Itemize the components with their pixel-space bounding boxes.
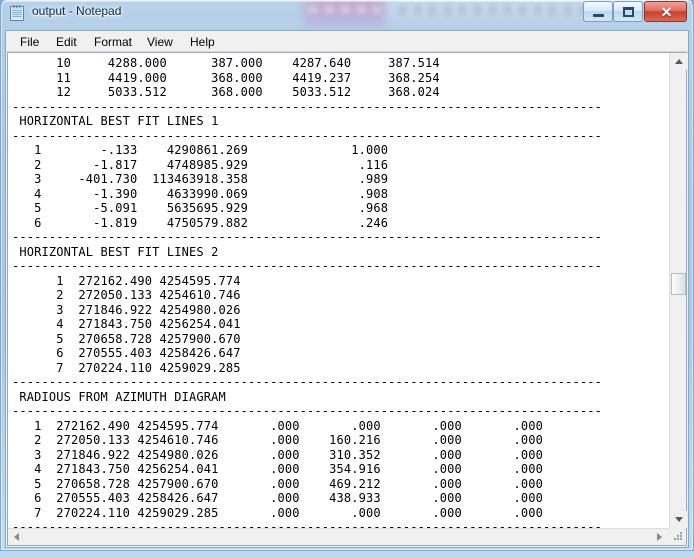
menu-bar: File Edit Format View Help [6,31,688,52]
maximize-icon [623,7,634,17]
editor-content: 10 4288.000 387.000 4287.640 387.514 11 … [12,56,602,528]
vertical-scroll-thumb[interactable] [671,273,686,295]
scroll-down-button[interactable] [670,511,687,528]
menu-item-edit[interactable]: Edit [50,34,83,50]
scroll-right-button[interactable] [652,529,669,546]
maximize-button[interactable] [613,1,643,22]
window-title: output - Notepad [32,4,122,18]
notepad-window: output - Notepad ✕ File Edit Format View… [0,0,694,551]
text-editor[interactable]: 10 4288.000 387.000 4287.640 387.514 11 … [8,53,670,528]
arrow-up-icon [675,59,683,64]
menu-item-help[interactable]: Help [184,34,221,50]
title-bar[interactable]: output - Notepad ✕ [0,0,694,30]
menu-item-file[interactable]: File [14,34,45,50]
notepad-icon [10,5,25,22]
editor-frame: 10 4288.000 387.000 4287.640 387.514 11 … [7,52,687,546]
minimize-button[interactable] [583,1,613,22]
arrow-right-icon [657,533,662,541]
minimize-icon [593,14,604,17]
vertical-scrollbar[interactable] [669,53,687,528]
scroll-up-button[interactable] [670,53,687,70]
menu-item-format[interactable]: Format [88,34,138,50]
arrow-left-icon [14,533,19,541]
scroll-left-button[interactable] [8,529,25,546]
horizontal-scrollbar[interactable] [8,528,686,545]
close-button[interactable]: ✕ [644,1,687,22]
close-icon: ✕ [660,4,673,20]
menu-item-view[interactable]: View [141,34,179,50]
window-client-area: File Edit Format View Help 10 4288.000 3… [5,30,689,548]
arrow-down-icon [675,517,683,522]
resize-grip[interactable] [669,528,686,545]
